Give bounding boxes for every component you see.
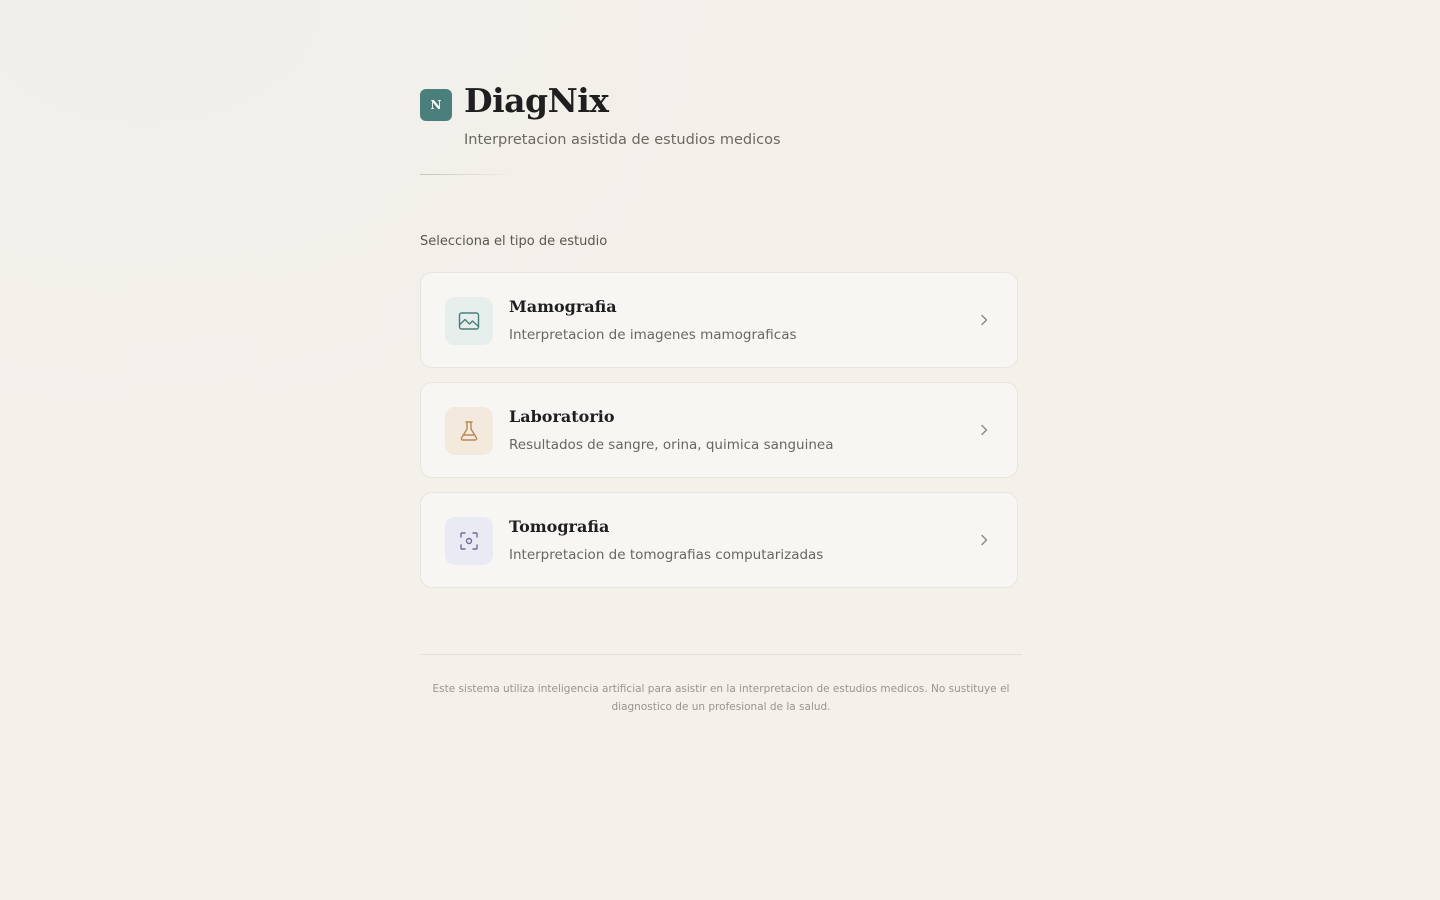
chevron-right-icon bbox=[981, 314, 988, 326]
section-label: Selecciona el tipo de estudio bbox=[420, 234, 608, 249]
scan-icon bbox=[460, 532, 478, 550]
study-card-tomografia[interactable]: Tomografia Interpretacion de tomografias… bbox=[420, 492, 1018, 588]
study-card-mamografia[interactable]: Mamografia Interpretacion de imagenes ma… bbox=[420, 272, 1018, 368]
study-card-laboratorio[interactable]: Laboratorio Resultados de sangre, orina,… bbox=[420, 382, 1018, 478]
tagline: Interpretacion asistida de estudios medi… bbox=[464, 132, 781, 148]
flask-icon bbox=[460, 421, 478, 441]
disclaimer: Este sistema utiliza inteligencia artifi… bbox=[432, 683, 1010, 713]
footer-divider bbox=[420, 654, 1022, 655]
brand-header: N DiagNix bbox=[420, 78, 609, 124]
study-card-title: Laboratorio bbox=[509, 407, 615, 426]
app-name: DiagNix bbox=[464, 81, 609, 120]
study-card-icon-box bbox=[445, 407, 493, 455]
logo: N bbox=[420, 89, 452, 121]
study-card-title: Tomografia bbox=[509, 517, 610, 536]
study-card-icon-box bbox=[445, 517, 493, 565]
study-card-icon-box bbox=[445, 297, 493, 345]
accent-divider bbox=[420, 174, 512, 175]
chevron-right-icon bbox=[981, 424, 988, 436]
study-card-description: Resultados de sangre, orina, quimica san… bbox=[509, 437, 834, 453]
study-card-description: Interpretacion de imagenes mamograficas bbox=[509, 327, 797, 343]
image-icon bbox=[458, 312, 480, 330]
study-card-title: Mamografia bbox=[509, 297, 617, 316]
study-card-description: Interpretacion de tomografias computariz… bbox=[509, 547, 824, 563]
chevron-right-icon bbox=[981, 534, 988, 546]
